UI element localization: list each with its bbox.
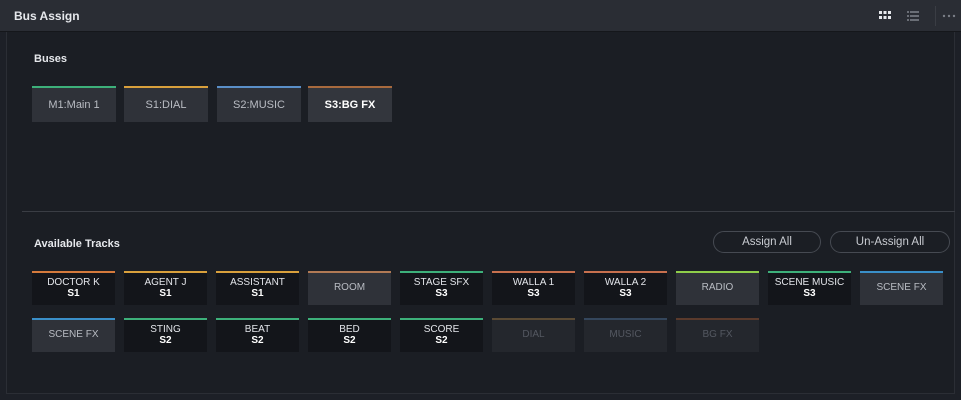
track-button[interactable]: DOCTOR K S1 bbox=[32, 271, 115, 305]
title-bar: Bus Assign bbox=[0, 0, 961, 32]
bus-button[interactable]: M1:Main 1 bbox=[32, 86, 116, 122]
track-name: WALLA 2 bbox=[604, 277, 647, 288]
track-button[interactable]: ROOM bbox=[308, 271, 391, 305]
track-name: SCENE FX bbox=[48, 329, 99, 340]
track-name: BED bbox=[339, 324, 360, 335]
track-name: ASSISTANT bbox=[230, 277, 285, 288]
track-button[interactable]: DIAL bbox=[492, 318, 575, 352]
track-bus-label: S1 bbox=[67, 288, 80, 299]
track-name: BG FX bbox=[702, 329, 733, 340]
track-button[interactable]: AGENT J S1 bbox=[124, 271, 207, 305]
track-name: SCENE FX bbox=[876, 282, 927, 293]
track-name: WALLA 1 bbox=[512, 277, 555, 288]
track-name: BEAT bbox=[244, 324, 271, 335]
track-name: SCORE bbox=[423, 324, 460, 335]
track-button[interactable]: SCENE FX bbox=[860, 271, 943, 305]
track-name: MUSIC bbox=[609, 329, 642, 340]
track-button[interactable]: ASSISTANT S1 bbox=[216, 271, 299, 305]
track-button[interactable]: WALLA 2 S3 bbox=[584, 271, 667, 305]
assign-all-button[interactable]: Assign All bbox=[713, 231, 821, 253]
track-bus-label: S2 bbox=[435, 335, 448, 346]
track-button[interactable]: SCENE FX bbox=[32, 318, 115, 352]
track-bus-label: S2 bbox=[343, 335, 356, 346]
list-view-icon[interactable] bbox=[904, 8, 922, 24]
track-button[interactable]: WALLA 1 S3 bbox=[492, 271, 575, 305]
track-button[interactable]: STAGE SFX S3 bbox=[400, 271, 483, 305]
track-button[interactable]: RADIO bbox=[676, 271, 759, 305]
track-bus-label: S3 bbox=[527, 288, 540, 299]
track-bus-label: S2 bbox=[159, 335, 172, 346]
window-title: Bus Assign bbox=[14, 9, 80, 23]
track-name: STING bbox=[150, 324, 181, 335]
bus-button[interactable]: S1:DIAL bbox=[124, 86, 208, 122]
more-options-icon[interactable] bbox=[940, 8, 960, 24]
track-name: RADIO bbox=[701, 282, 734, 293]
track-button[interactable]: SCENE MUSIC S3 bbox=[768, 271, 851, 305]
track-button[interactable]: BED S2 bbox=[308, 318, 391, 352]
track-button[interactable]: SCORE S2 bbox=[400, 318, 483, 352]
track-button[interactable]: STING S2 bbox=[124, 318, 207, 352]
track-name: ROOM bbox=[333, 282, 366, 293]
unassign-all-button[interactable]: Un-Assign All bbox=[830, 231, 950, 253]
track-name: STAGE SFX bbox=[413, 277, 470, 288]
buses-label: Buses bbox=[34, 53, 68, 65]
grid-view-icon[interactable] bbox=[876, 8, 894, 24]
track-button[interactable]: BG FX bbox=[676, 318, 759, 352]
track-button[interactable]: BEAT S2 bbox=[216, 318, 299, 352]
track-button[interactable]: MUSIC bbox=[584, 318, 667, 352]
track-bus-label: S1 bbox=[251, 288, 264, 299]
track-bus-label: S2 bbox=[251, 335, 264, 346]
bus-button[interactable]: S2:MUSIC bbox=[217, 86, 301, 122]
track-bus-label: S3 bbox=[435, 288, 448, 299]
track-name: DOCTOR K bbox=[47, 277, 100, 288]
bus-button[interactable]: S3:BG FX bbox=[308, 86, 392, 122]
track-name: AGENT J bbox=[144, 277, 187, 288]
track-name: DIAL bbox=[522, 329, 545, 340]
track-bus-label: S1 bbox=[159, 288, 172, 299]
toolbar-divider bbox=[935, 6, 936, 26]
track-bus-label: S3 bbox=[619, 288, 632, 299]
section-divider bbox=[22, 211, 955, 212]
track-bus-label: S3 bbox=[803, 288, 816, 299]
track-name: SCENE MUSIC bbox=[774, 277, 845, 288]
available-tracks-label: Available Tracks bbox=[34, 238, 120, 250]
